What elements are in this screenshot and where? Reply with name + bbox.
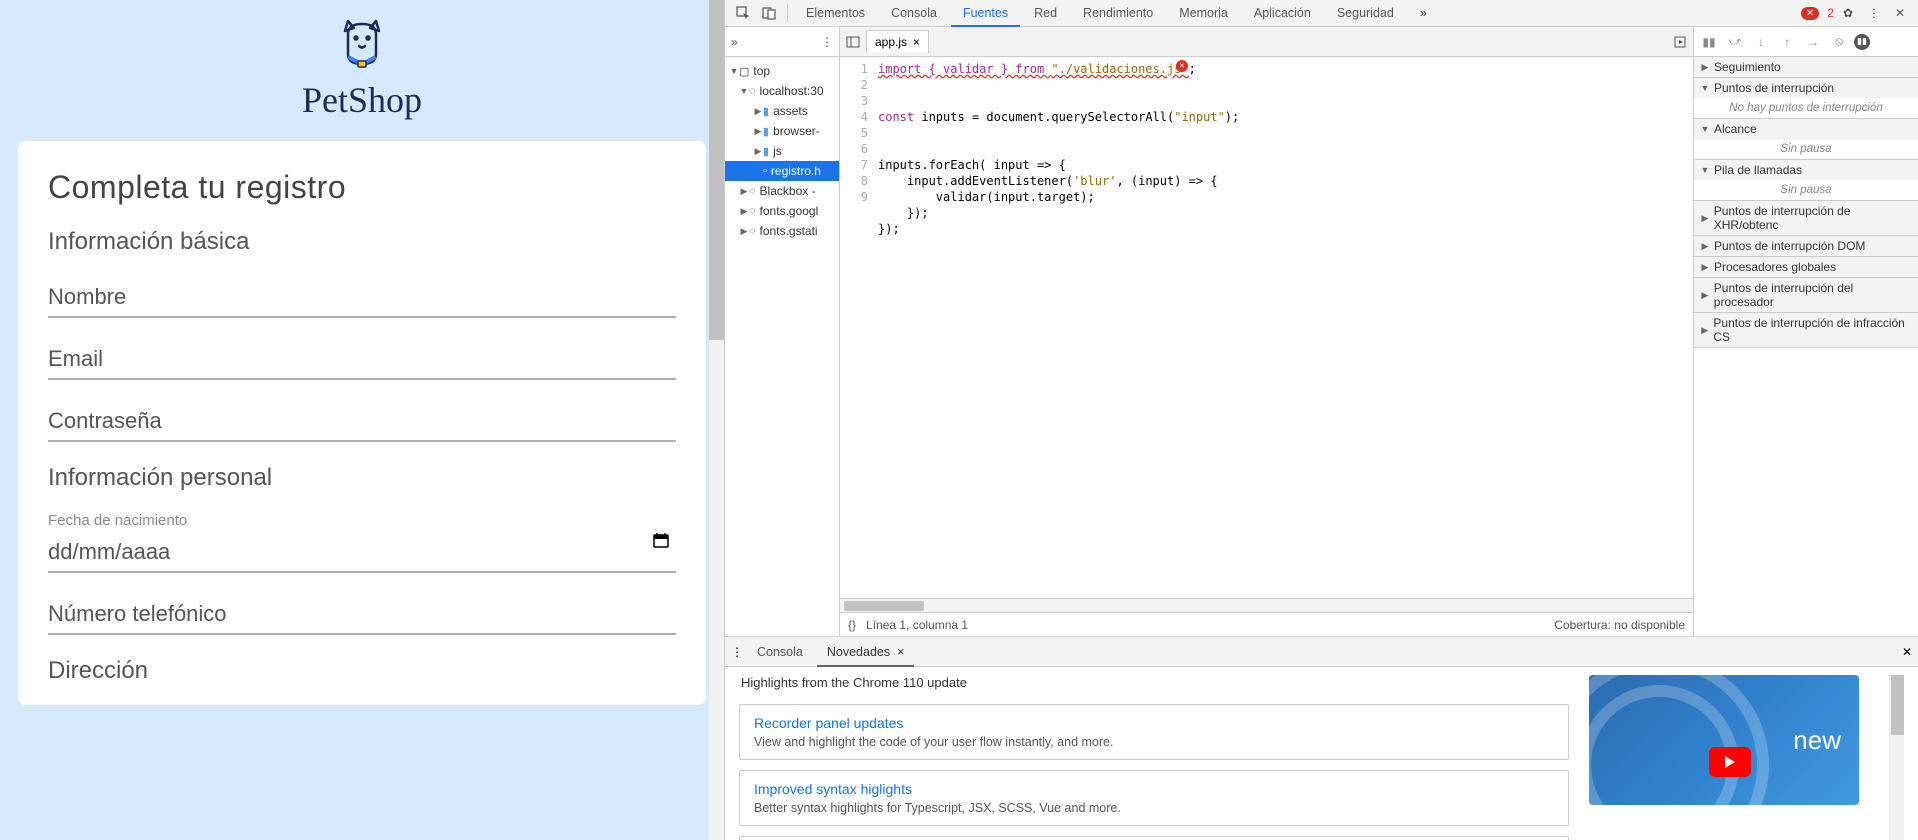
section-basic-heading: Información básica: [48, 228, 676, 256]
pause-icon[interactable]: ▮▮: [1698, 35, 1720, 49]
card-desc: Better syntax highlights for Typescript,…: [754, 801, 1554, 815]
video-label: new: [1793, 725, 1841, 756]
run-snippet-icon[interactable]: [1673, 35, 1687, 49]
section-address-heading: Dirección: [48, 657, 676, 685]
close-novedades-icon[interactable]: ×: [897, 645, 904, 659]
form-title: Completa tu registro: [48, 169, 676, 206]
tab-rendimiento[interactable]: Rendimiento: [1071, 0, 1165, 27]
card-title: Improved syntax higlights: [754, 781, 1554, 797]
kebab-menu-icon[interactable]: ⋮: [1862, 1, 1886, 25]
cursor-position: Línea 1, columna 1: [866, 618, 968, 632]
novedades-card[interactable]: Improved syntax higlights Better syntax …: [739, 770, 1569, 826]
devtools-tabbar: Elementos Consola Fuentes Red Rendimient…: [725, 0, 1918, 27]
novedades-card[interactable]: Clearing Performance Panel on reload: [739, 836, 1569, 840]
page-preview: PetShop Completa tu registro Información…: [0, 0, 724, 840]
tree-localhost[interactable]: ▼◌localhost:30: [725, 81, 839, 101]
tree-js[interactable]: ▶▮js: [725, 141, 839, 161]
close-devtools-icon[interactable]: ✕: [1888, 1, 1912, 25]
tree-assets[interactable]: ▶▮assets: [725, 101, 839, 121]
error-marker-icon[interactable]: ✕: [1176, 60, 1188, 72]
dbg-breakpoints[interactable]: ▼Puntos de interrupción: [1694, 78, 1918, 98]
error-count-badge[interactable]: ✕2: [1801, 6, 1834, 20]
tab-red[interactable]: Red: [1022, 0, 1069, 27]
novedades-card[interactable]: Recorder panel updates View and highligh…: [739, 704, 1569, 760]
tab-consola[interactable]: Consola: [879, 0, 949, 27]
dob-input[interactable]: [48, 531, 676, 573]
tab-elementos[interactable]: Elementos: [794, 0, 877, 27]
breakpoints-empty: No hay puntos de interrupción: [1694, 98, 1918, 118]
calendar-icon[interactable]: [652, 531, 670, 549]
editor-h-scrollbar[interactable]: [840, 598, 1693, 612]
registration-form: Completa tu registro Información básica …: [18, 141, 706, 705]
dbg-dom[interactable]: ▶Puntos de interrupción DOM: [1694, 236, 1918, 256]
step-over-icon[interactable]: ⤻: [1724, 34, 1746, 49]
pause-exceptions-icon[interactable]: ▮▮: [1854, 34, 1870, 50]
format-braces-icon[interactable]: {}: [848, 618, 856, 632]
file-tab-appjs[interactable]: app.js×: [866, 30, 929, 53]
petshop-logo-icon: [332, 16, 392, 76]
tree-fontsgoogle[interactable]: ▶◌fonts.googl: [725, 201, 839, 221]
card-desc: View and highlight the code of your user…: [754, 735, 1554, 749]
device-toggle-icon[interactable]: [757, 1, 781, 25]
nav-overflow-icon[interactable]: »: [731, 35, 738, 49]
password-input[interactable]: [48, 400, 676, 442]
step-icon[interactable]: →: [1802, 35, 1824, 49]
code-editor: app.js× 123456789 import { validar } fro…: [840, 27, 1694, 636]
devtools-drawer: ⋮ Consola Novedades × ✕ Highlights from …: [725, 636, 1918, 840]
drawer-tab-consola[interactable]: Consola: [747, 637, 813, 667]
card-title: Recorder panel updates: [754, 715, 1554, 731]
tree-top[interactable]: ▼▢top: [725, 61, 839, 81]
novedades-headline: Highlights from the Chrome 110 update: [741, 675, 1569, 690]
sources-navigator: » ⋮ ▼▢top ▼◌localhost:30 ▶▮assets ▶▮brow…: [725, 27, 840, 636]
tab-memoria[interactable]: Memoria: [1167, 0, 1240, 27]
dbg-xhr[interactable]: ▶Puntos de interrupción de XHR/obtenc: [1694, 201, 1918, 235]
tree-fontsgstatic[interactable]: ▶◌fonts.gstati: [725, 221, 839, 241]
inspect-icon[interactable]: [731, 1, 755, 25]
preview-scrollbar[interactable]: [709, 0, 724, 840]
section-personal-heading: Información personal: [48, 464, 676, 492]
alcance-empty: Sin pausa: [1694, 139, 1918, 159]
email-input[interactable]: [48, 338, 676, 380]
tab-aplicacion[interactable]: Aplicación: [1242, 0, 1323, 27]
devtools-panel: Elementos Consola Fuentes Red Rendimient…: [724, 0, 1918, 840]
toggle-navigator-icon[interactable]: [846, 35, 860, 49]
settings-icon[interactable]: ✿: [1836, 1, 1860, 25]
tree-registro[interactable]: ▫registro.h: [725, 161, 839, 181]
drawer-scrollbar[interactable]: [1889, 675, 1904, 840]
dbg-procesador[interactable]: ▶Puntos de interrupción del procesador: [1694, 278, 1918, 312]
name-input[interactable]: [48, 276, 676, 318]
callstack-empty: Sin pausa: [1694, 180, 1918, 200]
dbg-seguimiento[interactable]: ▶Seguimiento: [1694, 57, 1918, 77]
dbg-css[interactable]: ▶Puntos de interrupción de infracción CS: [1694, 313, 1918, 347]
coverage-status: Cobertura: no disponible: [1554, 618, 1685, 632]
tab-seguridad[interactable]: Seguridad: [1325, 0, 1406, 27]
debugger-sidebar: ▮▮ ⤻ ↓ ↑ → ⦸ ▮▮ ▶Seguimiento ▼Puntos de …: [1694, 27, 1918, 636]
tree-blackbox[interactable]: ▶◌Blackbox -: [725, 181, 839, 201]
close-tab-icon[interactable]: ×: [913, 35, 920, 49]
close-drawer-icon[interactable]: ✕: [1902, 645, 1912, 659]
step-out-icon[interactable]: ↑: [1776, 35, 1798, 49]
drawer-kebab-icon[interactable]: ⋮: [731, 645, 743, 659]
dbg-alcance[interactable]: ▼Alcance: [1694, 119, 1918, 139]
nav-kebab-icon[interactable]: ⋮: [821, 35, 833, 49]
dbg-procesadores[interactable]: ▶Procesadores globales: [1694, 257, 1918, 277]
tabs-overflow[interactable]: »: [1408, 0, 1439, 27]
dob-label: Fecha de nacimiento: [48, 512, 676, 529]
tab-fuentes[interactable]: Fuentes: [951, 0, 1020, 27]
phone-input[interactable]: [48, 593, 676, 635]
step-into-icon[interactable]: ↓: [1750, 35, 1772, 49]
code-content[interactable]: import { validar } from "./validaciones.…: [874, 57, 1693, 598]
tree-browser[interactable]: ▶▮browser-: [725, 121, 839, 141]
deactivate-bkpt-icon[interactable]: ⦸: [1828, 34, 1850, 49]
dbg-callstack[interactable]: ▼Pila de llamadas: [1694, 160, 1918, 180]
video-thumbnail[interactable]: new: [1589, 675, 1859, 805]
play-icon: [1709, 747, 1751, 777]
drawer-tab-novedades[interactable]: Novedades ×: [817, 637, 915, 667]
line-gutter: 123456789: [840, 57, 874, 598]
brand-name: PetShop: [0, 79, 724, 121]
